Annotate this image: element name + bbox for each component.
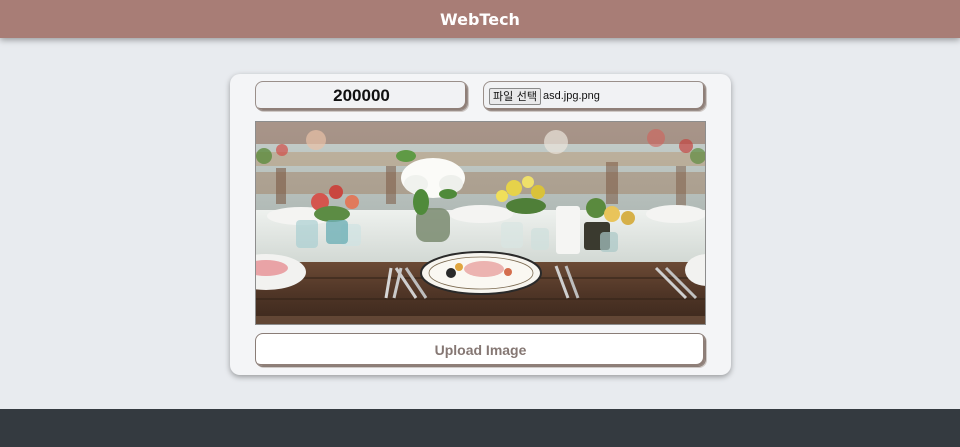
preview-photo bbox=[256, 122, 705, 324]
top-navbar: WebTech bbox=[0, 0, 960, 38]
upload-image-button[interactable]: Upload Image bbox=[255, 333, 706, 367]
amount-input[interactable]: 200000 bbox=[255, 81, 468, 111]
file-picker[interactable]: 파일 선택 asd.jpg.png bbox=[483, 81, 706, 111]
selected-file-name: asd.jpg.png bbox=[542, 90, 600, 102]
image-preview bbox=[255, 121, 706, 325]
upload-card: 200000 파일 선택 asd.jpg.png Upload Image bbox=[230, 74, 731, 375]
brand-title[interactable]: WebTech bbox=[440, 10, 520, 29]
choose-file-button[interactable]: 파일 선택 bbox=[489, 87, 541, 105]
page-footer bbox=[0, 409, 960, 447]
